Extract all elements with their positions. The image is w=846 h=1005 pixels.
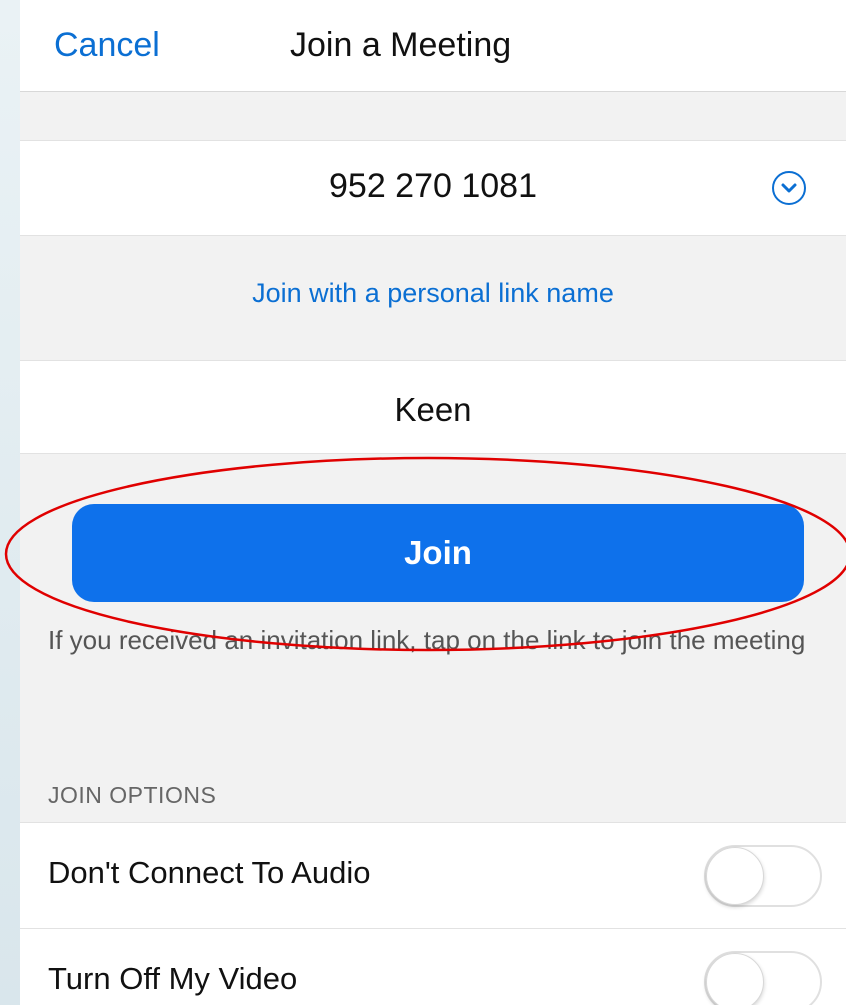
invitation-hint-text: If you received an invitation link, tap … (48, 625, 806, 655)
meeting-id-value[interactable]: 952 270 1081 (20, 167, 846, 206)
video-toggle[interactable] (704, 951, 822, 1005)
chevron-down-icon (781, 183, 797, 193)
display-name-field[interactable]: Keen (20, 360, 846, 454)
nav-header: Cancel Join a Meeting (20, 0, 846, 92)
option-row-audio: Don't Connect To Audio (20, 822, 846, 932)
option-row-video: Turn Off My Video (20, 928, 846, 1005)
toggle-knob (706, 847, 764, 905)
join-options-header: JOIN OPTIONS (48, 782, 217, 808)
toggle-knob (706, 953, 764, 1005)
meeting-id-field[interactable]: 952 270 1081 (20, 140, 846, 236)
option-label-video: Turn Off My Video (48, 961, 298, 996)
personal-link-section: Join with a personal link name (20, 236, 846, 360)
page-title: Join a Meeting (290, 26, 512, 64)
audio-toggle[interactable] (704, 845, 822, 907)
join-button[interactable]: Join (72, 504, 804, 602)
option-label-audio: Don't Connect To Audio (48, 855, 371, 890)
personal-link-button[interactable]: Join with a personal link name (20, 278, 846, 309)
chevron-down-circle-icon[interactable] (772, 171, 806, 205)
cancel-button[interactable]: Cancel (54, 26, 160, 65)
display-name-value[interactable]: Keen (20, 391, 846, 429)
left-border-strip (0, 0, 20, 1005)
join-meeting-screen: Cancel Join a Meeting 952 270 1081 Join … (20, 0, 846, 1005)
